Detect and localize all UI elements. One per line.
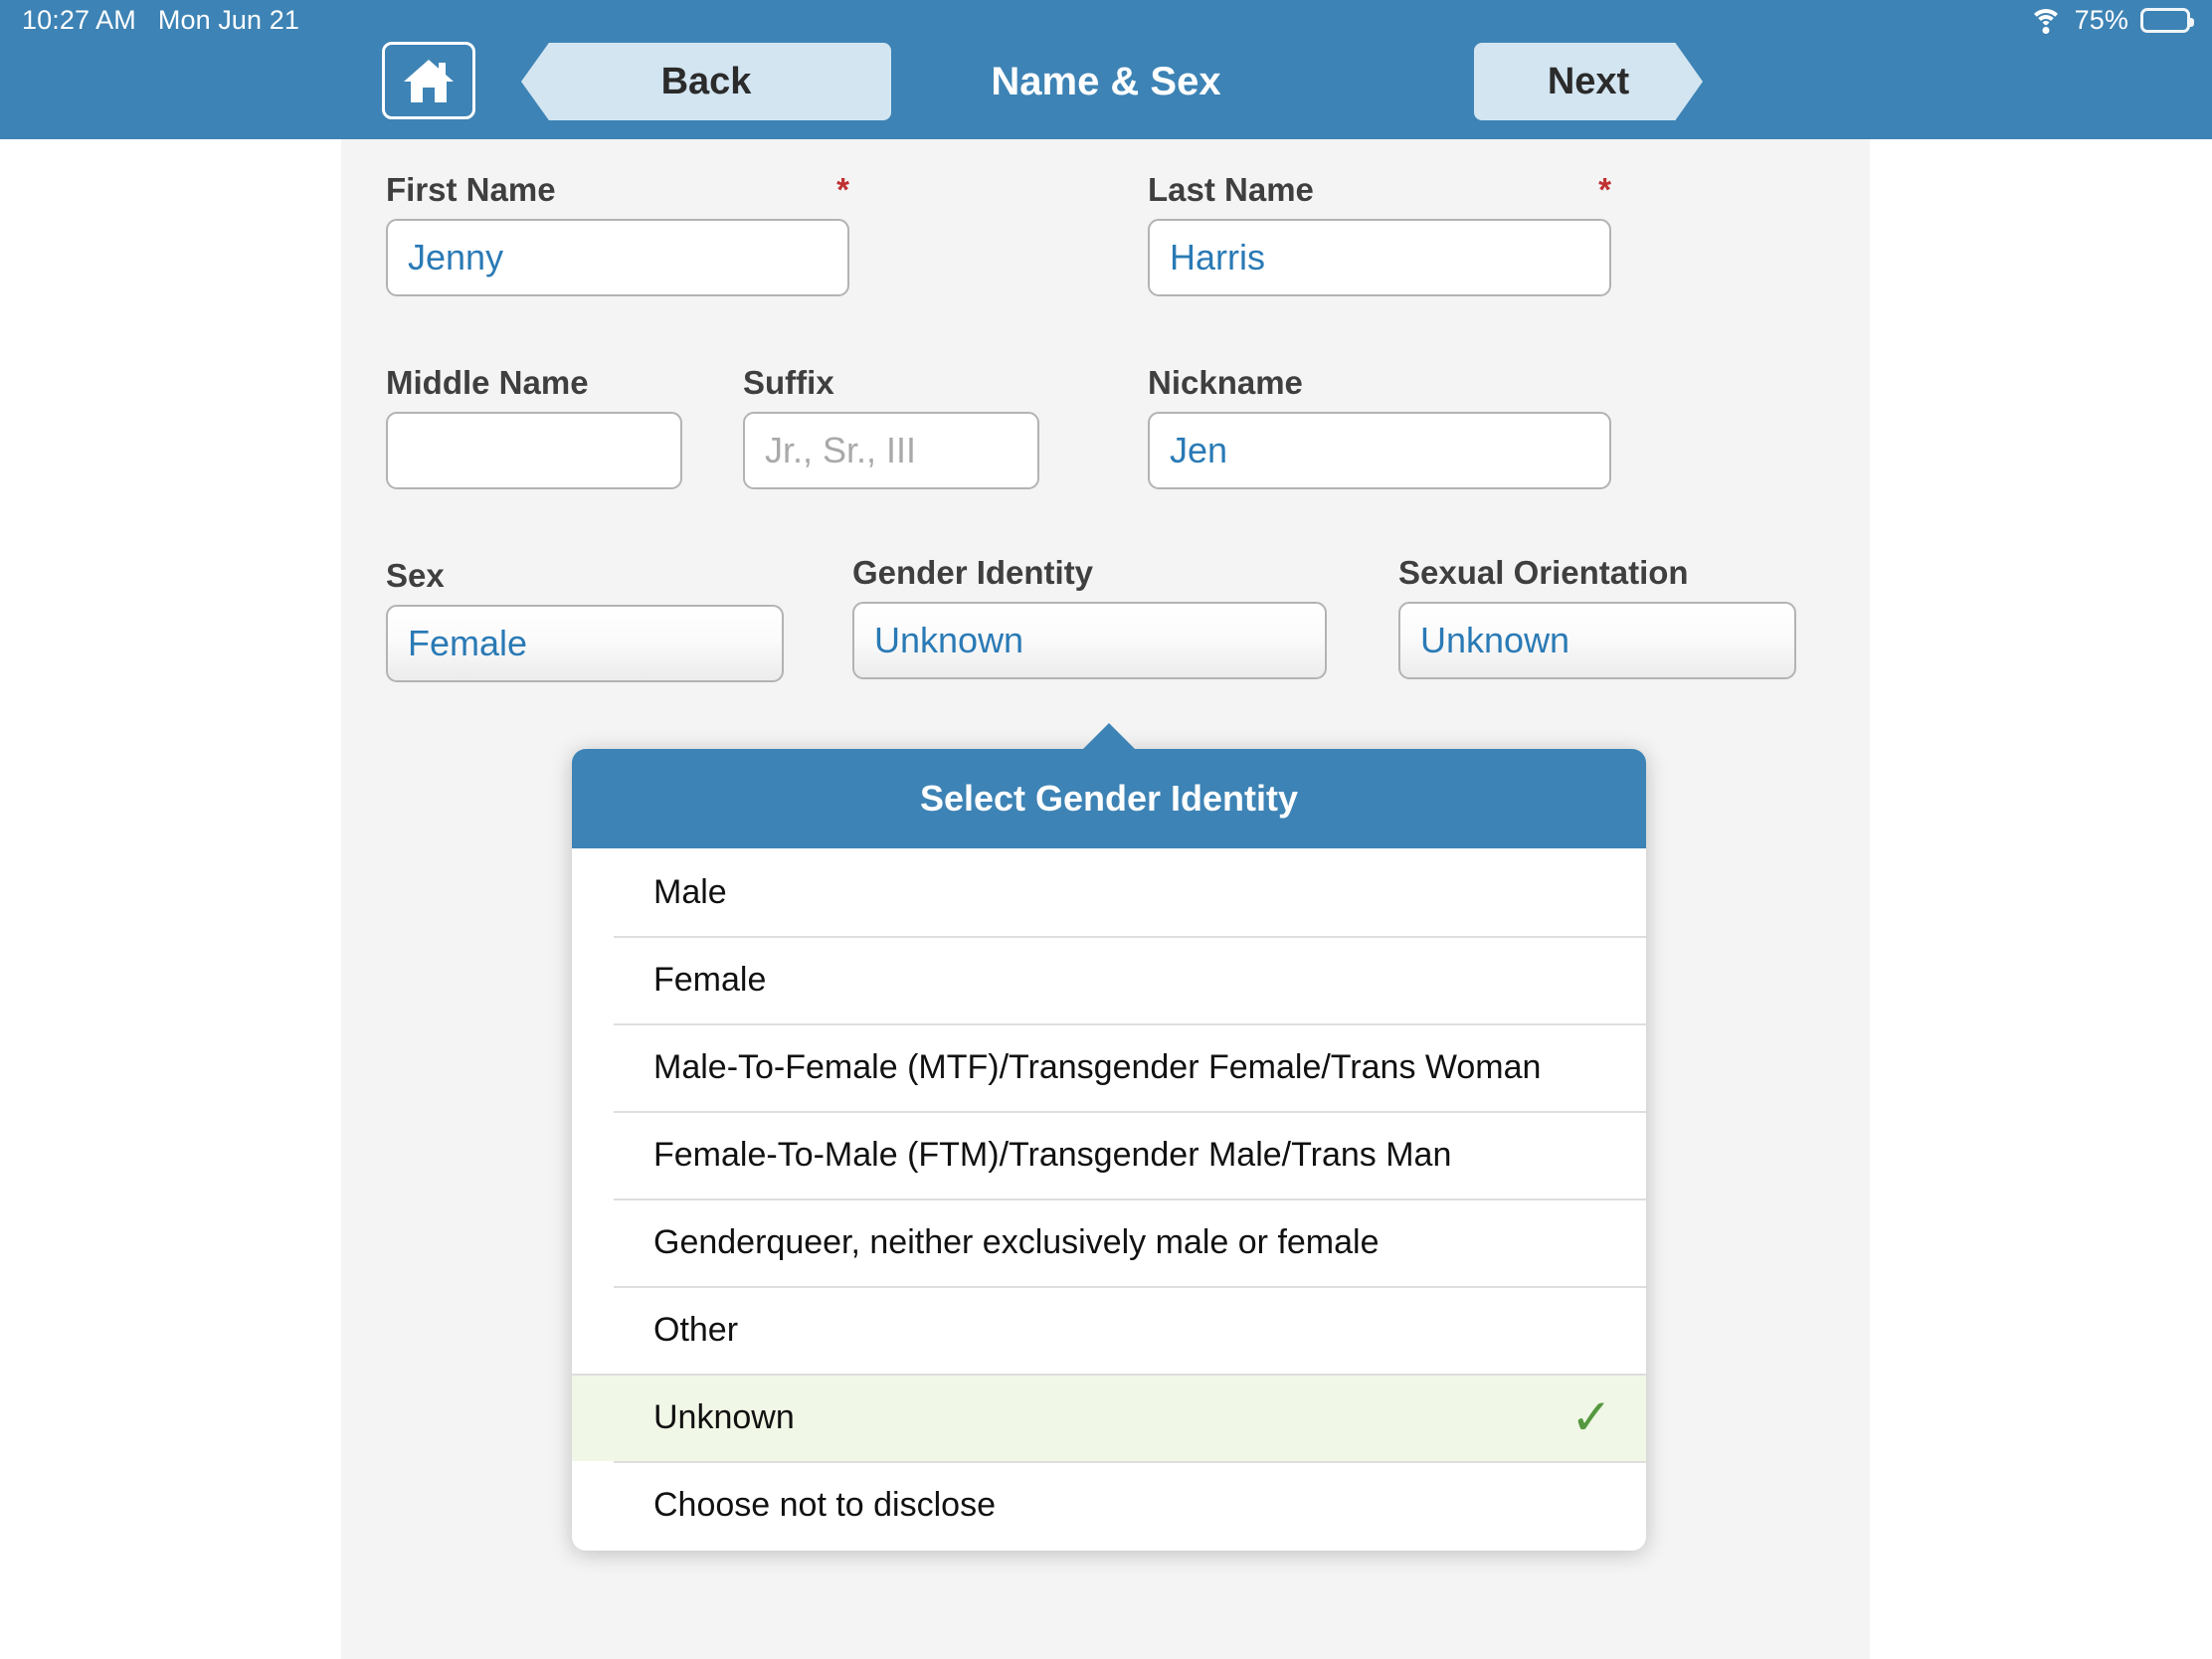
- field-first-name-label-row: First Name *: [386, 171, 849, 209]
- field-sexual-orientation: Sexual Orientation Unknown: [1398, 554, 1796, 679]
- field-last-name-label: Last Name: [1148, 171, 1314, 208]
- gender-identity-option[interactable]: Genderqueer, neither exclusively male or…: [572, 1198, 1646, 1286]
- required-asterisk: *: [1598, 171, 1611, 208]
- field-first-name-label: First Name: [386, 171, 556, 208]
- gender-identity-option[interactable]: Unknown ✓: [572, 1374, 1646, 1461]
- first-name-input[interactable]: Jenny: [386, 219, 849, 296]
- status-bar-right: 75%: [2028, 4, 2194, 35]
- page-title: Name & Sex: [0, 43, 2212, 120]
- first-name-value: Jenny: [408, 237, 504, 277]
- gender-identity-option-label: Other: [653, 1310, 739, 1349]
- field-nickname-label: Nickname: [1148, 364, 1303, 401]
- home-button[interactable]: [382, 42, 475, 119]
- gender-identity-option-label: Female-To-Male (FTM)/Transgender Male/Tr…: [653, 1135, 1452, 1174]
- gender-identity-option[interactable]: Female-To-Male (FTM)/Transgender Male/Tr…: [572, 1111, 1646, 1198]
- status-bar: 10:27 AM Mon Jun 21 75%: [0, 0, 2212, 40]
- status-time: 10:27 AM: [22, 4, 136, 35]
- last-name-input[interactable]: Harris: [1148, 219, 1611, 296]
- field-sex-label: Sex: [386, 557, 445, 594]
- battery-percent-label: 75%: [2074, 4, 2128, 35]
- status-date: Mon Jun 21: [157, 4, 299, 35]
- sex-value: Female: [408, 623, 528, 663]
- gender-identity-value: Unknown: [874, 620, 1024, 660]
- sexual-orientation-value: Unknown: [1420, 620, 1570, 660]
- gender-identity-option-label: Genderqueer, neither exclusively male or…: [653, 1222, 1380, 1261]
- gender-identity-option-label: Unknown: [653, 1397, 795, 1436]
- home-icon: [403, 56, 455, 105]
- field-nickname-label-row: Nickname: [1148, 364, 1611, 402]
- gender-identity-option[interactable]: Male: [572, 848, 1646, 936]
- popover-caret: [1082, 723, 1136, 750]
- page-title-text: Name & Sex: [991, 59, 1221, 103]
- gender-identity-option-list: Male Female Male-To-Female (MTF)/Transgend…: [572, 848, 1646, 1549]
- suffix-input[interactable]: Jr., Sr., III: [743, 412, 1039, 489]
- field-last-name-label-row: Last Name *: [1148, 171, 1611, 209]
- next-button-label: Next: [1547, 60, 1630, 102]
- gender-identity-option[interactable]: Other: [572, 1286, 1646, 1374]
- gender-identity-option-label: Male: [653, 872, 727, 911]
- field-gender-identity: Gender Identity Unknown: [852, 554, 1327, 679]
- sex-select[interactable]: Female: [386, 605, 784, 682]
- field-sex-label-row: Sex: [386, 557, 784, 595]
- field-sexual-orientation-label: Sexual Orientation: [1398, 554, 1689, 591]
- suffix-placeholder: Jr., Sr., III: [765, 430, 917, 470]
- field-sex: Sex Female: [386, 557, 784, 682]
- gender-identity-option[interactable]: Male-To-Female (MTF)/Transgender Female/…: [572, 1023, 1646, 1111]
- field-last-name: Last Name * Harris: [1148, 171, 1611, 296]
- last-name-value: Harris: [1170, 237, 1265, 277]
- gender-identity-option[interactable]: Choose not to disclose: [572, 1461, 1646, 1549]
- field-gender-identity-label-row: Gender Identity: [852, 554, 1327, 592]
- field-middle-name-label: Middle Name: [386, 364, 589, 401]
- nickname-value: Jen: [1170, 430, 1228, 470]
- field-sexual-orientation-label-row: Sexual Orientation: [1398, 554, 1796, 592]
- gender-identity-option-label: Female: [653, 960, 767, 999]
- popover-title: Select Gender Identity: [572, 749, 1646, 848]
- gender-identity-popover: Select Gender Identity Male Female Male-To…: [572, 723, 1646, 1551]
- gender-identity-select[interactable]: Unknown: [852, 602, 1327, 679]
- popover-title-text: Select Gender Identity: [919, 778, 1299, 819]
- check-icon: ✓: [1570, 1389, 1612, 1445]
- gender-identity-option-label: Choose not to disclose: [653, 1485, 996, 1524]
- back-button[interactable]: Back: [521, 43, 891, 120]
- back-button-label: Back: [660, 60, 752, 102]
- middle-name-input[interactable]: [386, 412, 682, 489]
- field-first-name: First Name * Jenny: [386, 171, 849, 296]
- required-asterisk: *: [836, 171, 849, 208]
- wifi-icon: [2028, 7, 2063, 34]
- field-suffix-label-row: Suffix: [743, 364, 1039, 402]
- field-gender-identity-label: Gender Identity: [852, 554, 1094, 591]
- field-nickname: Nickname Jen: [1148, 364, 1611, 489]
- field-middle-name-label-row: Middle Name: [386, 364, 682, 402]
- next-button[interactable]: Next: [1474, 43, 1703, 120]
- gender-identity-option[interactable]: Female: [572, 936, 1646, 1023]
- battery-icon: [2140, 7, 2194, 33]
- field-suffix-label: Suffix: [743, 364, 834, 401]
- field-suffix: Suffix Jr., Sr., III: [743, 364, 1039, 489]
- field-middle-name: Middle Name: [386, 364, 682, 489]
- nickname-input[interactable]: Jen: [1148, 412, 1611, 489]
- sexual-orientation-select[interactable]: Unknown: [1398, 602, 1796, 679]
- gender-identity-option-label: Male-To-Female (MTF)/Transgender Female/…: [653, 1047, 1542, 1086]
- status-bar-left: 10:27 AM Mon Jun 21: [22, 4, 299, 35]
